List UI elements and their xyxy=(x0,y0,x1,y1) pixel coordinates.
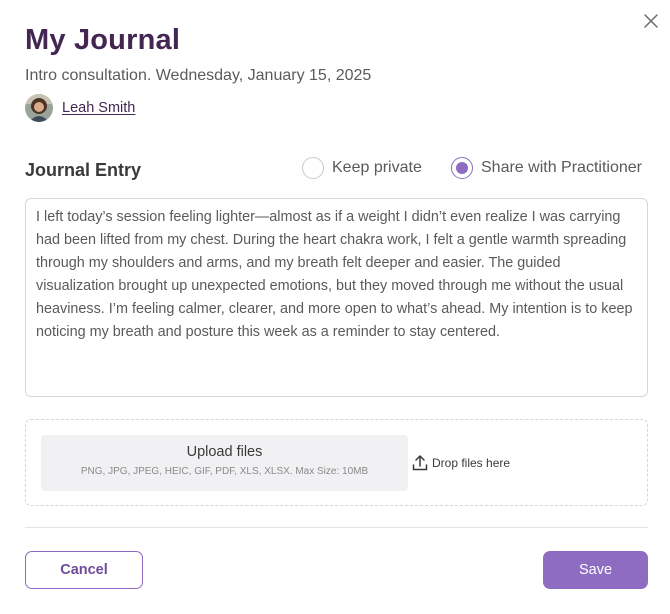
save-button[interactable]: Save xyxy=(543,551,648,589)
practitioner-name-link[interactable]: Leah Smith xyxy=(62,100,135,116)
cancel-button[interactable]: Cancel xyxy=(25,551,143,589)
drop-files-label: Drop files here xyxy=(432,455,511,470)
practitioner-info: Leah Smith xyxy=(25,94,135,122)
radio-share-label: Share with Practitioner xyxy=(481,159,642,176)
radio-share-with-practitioner[interactable]: Share with Practitioner xyxy=(451,157,642,179)
radio-keep-private[interactable]: Keep private xyxy=(302,157,422,179)
radio-keep-private-label: Keep private xyxy=(332,159,422,176)
upload-files-label: Upload files xyxy=(186,444,263,460)
avatar xyxy=(25,94,53,122)
upload-icon xyxy=(412,454,428,471)
journal-modal: My Journal Intro consultation. Wednesday… xyxy=(0,0,670,614)
drop-files-target[interactable]: Drop files here xyxy=(412,454,510,471)
upload-files-hint: PNG, JPG, JPEG, HEIC, GIF, PDF, XLS, XLS… xyxy=(80,466,369,477)
file-dropzone[interactable]: Upload files PNG, JPG, JPEG, HEIC, GIF, … xyxy=(25,419,648,506)
journal-entry-textarea[interactable]: I left today’s session feeling lighter—a… xyxy=(25,198,648,397)
journal-entry-heading: Journal Entry xyxy=(25,160,142,180)
radio-share-indicator[interactable] xyxy=(451,157,473,179)
footer-divider xyxy=(25,527,648,528)
close-icon[interactable] xyxy=(641,11,661,31)
upload-files-button[interactable]: Upload files PNG, JPG, JPEG, HEIC, GIF, … xyxy=(41,435,408,491)
page-title: My Journal xyxy=(25,24,181,56)
session-subtitle: Intro consultation. Wednesday, January 1… xyxy=(25,67,372,84)
radio-keep-private-indicator[interactable] xyxy=(302,157,324,179)
journal-entry-text: I left today’s session feeling lighter—a… xyxy=(36,209,633,340)
